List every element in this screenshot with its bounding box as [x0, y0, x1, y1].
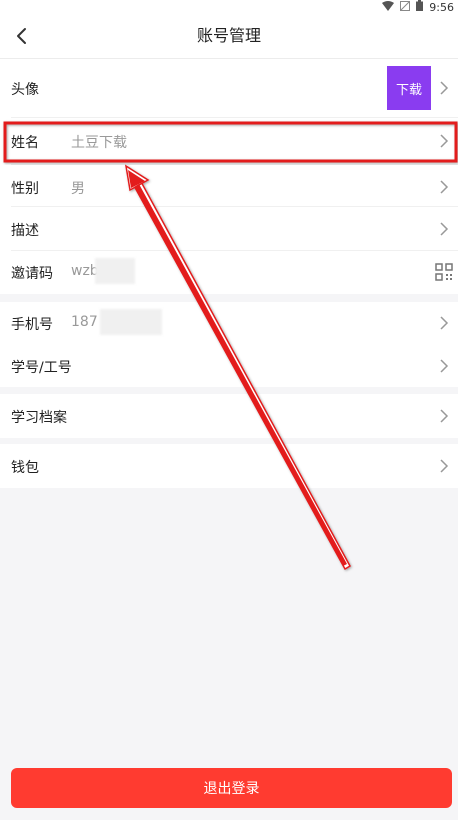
invite-code-label: 邀请码: [11, 266, 53, 282]
redacted-phone: [100, 309, 162, 335]
qr-code-icon[interactable]: [435, 263, 453, 281]
chevron-right-icon: [436, 408, 452, 424]
chevron-left-icon: [17, 28, 26, 44]
student-id-label: 学号/工号: [11, 360, 72, 376]
wallet-section: 钱包: [0, 444, 458, 488]
chevron-right-icon: [436, 315, 452, 331]
redacted-invite-code: [95, 258, 135, 284]
description-row[interactable]: 描述: [0, 207, 458, 251]
chevron-right-icon: [436, 358, 452, 374]
wallet-row[interactable]: 钱包: [0, 444, 458, 488]
student-id-row[interactable]: 学号/工号: [0, 345, 458, 387]
app-header: 账号管理: [0, 14, 458, 59]
description-label: 描述: [11, 223, 39, 239]
battery-icon: [416, 0, 424, 14]
account-section: 手机号 187 学号/工号: [0, 302, 458, 387]
wallet-label: 钱包: [11, 460, 39, 476]
chevron-right-icon: [436, 179, 452, 195]
avatar-image[interactable]: 下载: [387, 66, 431, 110]
learning-section: 学习档案: [0, 394, 458, 438]
phone-value: 187: [71, 314, 98, 330]
logout-button[interactable]: 退出登录: [11, 768, 452, 808]
gender-row[interactable]: 性别 男: [0, 165, 458, 209]
phone-label: 手机号: [11, 317, 53, 333]
gender-value: 男: [71, 181, 85, 197]
avatar-thumb-text: 下载: [395, 82, 422, 98]
avatar-label: 头像: [11, 82, 39, 98]
chevron-right-icon: [436, 80, 452, 96]
phone-row[interactable]: 手机号 187: [0, 302, 458, 344]
invite-code-row[interactable]: 邀请码 wzb: [0, 251, 458, 294]
page-title: 账号管理: [196, 26, 261, 45]
wifi-icon: [382, 0, 395, 14]
learning-archive-row[interactable]: 学习档案: [0, 394, 458, 438]
name-label: 姓名: [11, 135, 39, 151]
no-signal-icon: [400, 0, 411, 14]
chevron-right-icon: [436, 458, 452, 474]
status-time: 9:56: [429, 0, 454, 14]
back-button[interactable]: [6, 20, 38, 52]
learning-archive-label: 学习档案: [11, 410, 67, 426]
status-bar: 9:56: [0, 0, 458, 14]
name-value: 土豆下载: [71, 135, 127, 151]
gender-label: 性别: [11, 181, 39, 197]
name-row[interactable]: 姓名 土豆下载: [0, 118, 458, 164]
chevron-right-icon: [436, 221, 452, 237]
chevron-right-icon: [436, 133, 452, 149]
